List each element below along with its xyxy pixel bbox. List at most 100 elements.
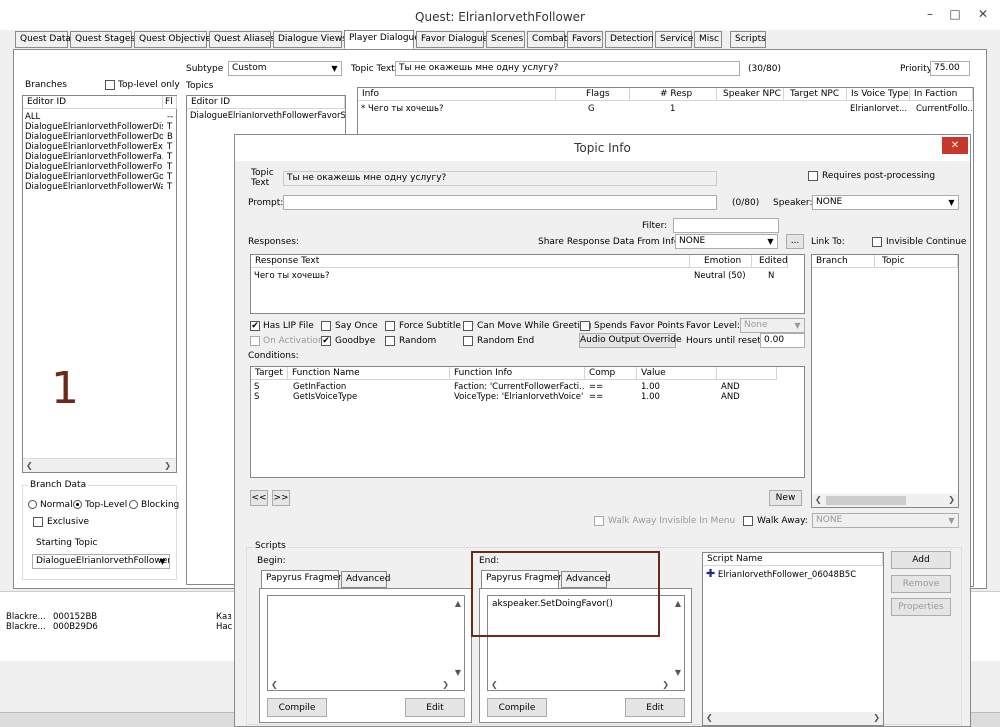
scroll-down-icon[interactable]: ▼ [455, 668, 461, 677]
scroll-left-icon[interactable]: ❮ [271, 680, 278, 689]
force-subtitle-checkbox[interactable] [385, 321, 395, 331]
cond-col-target[interactable]: Target [251, 367, 288, 380]
link-col-branch[interactable]: Branch [812, 255, 875, 268]
responses-list[interactable]: Response Text Emotion Edited Чего ты хоч… [250, 254, 805, 314]
branch-row[interactable]: DialogueElrianIorvethFollowerDis... [25, 122, 163, 132]
top-level-only-checkbox[interactable] [105, 80, 115, 90]
cond-col-value[interactable]: Value [637, 367, 717, 380]
scroll-left-icon[interactable]: ❮ [706, 713, 713, 722]
link-hscrollbar[interactable]: ❮ ❯ [812, 494, 958, 507]
scroll-right-icon[interactable]: ❯ [873, 713, 880, 722]
scroll-right-icon[interactable]: ❯ [442, 680, 449, 689]
filter-input[interactable] [673, 218, 779, 233]
favor-level-select[interactable]: None ▼ [740, 318, 805, 333]
branch-row[interactable]: DialogueElrianIorvethFollowerEx... [25, 142, 163, 152]
begin-edit-button[interactable]: Edit [405, 698, 465, 717]
info-col-flags[interactable]: Flags [556, 88, 630, 101]
has-lip-checkbox[interactable]: ✔ [250, 321, 260, 331]
scroll-up-icon[interactable]: ▲ [455, 599, 461, 608]
condition-cell-func[interactable]: GetInFaction [293, 382, 346, 392]
cond-col-comp[interactable]: Comp [585, 367, 637, 380]
info-col-voice[interactable]: Is Voice Type [847, 88, 910, 101]
scroll-thumb[interactable] [826, 496, 906, 505]
speaker-select[interactable]: NONE ▼ [812, 195, 959, 210]
cond-col-op[interactable] [717, 367, 777, 380]
walk-away-checkbox[interactable] [743, 516, 753, 526]
can-move-checkbox[interactable] [463, 321, 473, 331]
new-condition-button[interactable]: New [769, 490, 802, 506]
branch-col-flags[interactable]: Fl [163, 96, 177, 109]
scroll-right-icon[interactable]: ❯ [948, 495, 955, 504]
walk-away-select[interactable]: NONE ▼ [812, 513, 959, 528]
response-row-text[interactable]: Чего ты хочешь? [254, 271, 330, 281]
share-browse-button[interactable]: ... [786, 234, 804, 249]
branch-row[interactable]: DialogueElrianIorvethFollowerWait [25, 182, 163, 192]
conditions-list[interactable]: Target Function Name Function Info Comp … [250, 366, 805, 478]
tab-scripts[interactable]: Scripts [730, 31, 766, 48]
begin-papyrus-tab[interactable]: Papyrus Fragment [261, 570, 348, 589]
scroll-up-icon[interactable]: ▲ [675, 599, 681, 608]
tab-quest-stages[interactable]: Quest Stages [70, 31, 135, 48]
script-col-name[interactable]: Script Name [703, 553, 883, 566]
on-activation-checkbox[interactable] [250, 336, 260, 346]
top-level-radio[interactable] [73, 500, 82, 509]
scroll-down-icon[interactable]: ▼ [675, 668, 681, 677]
info-col-info[interactable]: Info [358, 88, 556, 101]
tab-quest-objectives[interactable]: Quest Objectives [134, 31, 216, 48]
branch-row[interactable]: DialogueElrianIorvethFollowerFa... [25, 152, 163, 162]
info-col-target[interactable]: Target NPC [784, 88, 847, 101]
scroll-right-icon[interactable]: ❯ [164, 461, 171, 470]
random-end-checkbox[interactable] [463, 336, 473, 346]
condition-cell-func[interactable]: GetIsVoiceType [293, 392, 357, 402]
tab-favor-dialogue[interactable]: Favor Dialogue [416, 31, 488, 48]
branches-hscrollbar[interactable]: ❮ ❯ [23, 458, 176, 472]
topic-info-close-button[interactable]: ✕ [942, 137, 968, 154]
prompt-input[interactable] [283, 195, 717, 210]
tab-player-dialogue[interactable]: Player Dialogue [344, 30, 420, 49]
properties-script-button[interactable]: Properties [891, 598, 951, 616]
tab-quest-aliases[interactable]: Quest Aliases [209, 31, 275, 48]
scroll-right-icon[interactable]: ❯ [662, 680, 669, 689]
scroll-left-icon[interactable]: ❮ [26, 461, 33, 470]
cond-col-function[interactable]: Function Name [288, 367, 450, 380]
walk-away-invisible-checkbox[interactable] [594, 516, 604, 526]
next-condition-button[interactable]: >> [272, 490, 290, 506]
script-row[interactable]: ✚ ElrianIorvethFollower_06048B5C [706, 569, 881, 580]
random-checkbox[interactable] [385, 336, 395, 346]
branch-row[interactable]: DialogueElrianIorvethFollowerDoi... [25, 132, 163, 142]
end-compile-button[interactable]: Compile [487, 698, 547, 717]
starting-topic-select[interactable]: DialogueElrianIorvethFollowerF ▼ [32, 554, 170, 569]
scroll-left-icon[interactable]: ❮ [491, 680, 498, 689]
topic-col-editor-id[interactable]: Editor ID [187, 96, 345, 109]
remove-script-button[interactable]: Remove [891, 575, 951, 593]
branches-list[interactable]: Editor ID Fl ALL -- DialogueElrianIorvethF… [22, 95, 177, 473]
say-once-checkbox[interactable] [321, 321, 331, 331]
branch-row[interactable]: DialogueElrianIorvethFollowerGo [25, 172, 163, 182]
maximize-button[interactable]: □ [940, 4, 970, 24]
add-script-button[interactable]: Add [891, 551, 951, 569]
close-button[interactable]: ✕ [968, 4, 998, 24]
topic-row[interactable]: DialogueElrianIorvethFollowerFavorState [190, 111, 345, 121]
link-to-list[interactable]: Branch Topic ❮ ❯ [811, 254, 959, 508]
info-row-info[interactable]: * Чего ты хочешь? [361, 104, 551, 114]
prev-condition-button[interactable]: << [250, 490, 268, 506]
resp-col-emotion[interactable]: Emotion [690, 255, 752, 268]
begin-compile-button[interactable]: Compile [267, 698, 327, 717]
info-col-resp[interactable]: # Resp [630, 88, 717, 101]
audio-override-button[interactable]: Audio Output Override [579, 333, 682, 348]
subtype-select[interactable]: Custom ▼ [228, 61, 342, 76]
tab-misc[interactable]: Misc [694, 31, 722, 48]
topic-text-input[interactable]: Ты не окажешь мне одну услугу? [395, 61, 740, 76]
resp-col-text[interactable]: Response Text [251, 255, 690, 268]
tab-dialogue-views[interactable]: Dialogue Views [273, 31, 347, 48]
branch-row[interactable]: ALL [25, 112, 163, 122]
blocking-radio[interactable] [129, 500, 138, 509]
info-col-faction[interactable]: In Faction [910, 88, 973, 101]
spends-favor-checkbox[interactable] [580, 321, 590, 331]
scroll-left-icon[interactable]: ❮ [815, 495, 822, 504]
hours-input[interactable]: 0.00 [760, 333, 805, 348]
requires-post-checkbox[interactable] [808, 171, 818, 181]
tab-quest-data[interactable]: Quest Data [15, 31, 71, 48]
cond-col-info[interactable]: Function Info [450, 367, 585, 380]
tab-favors[interactable]: Favors [567, 31, 603, 48]
